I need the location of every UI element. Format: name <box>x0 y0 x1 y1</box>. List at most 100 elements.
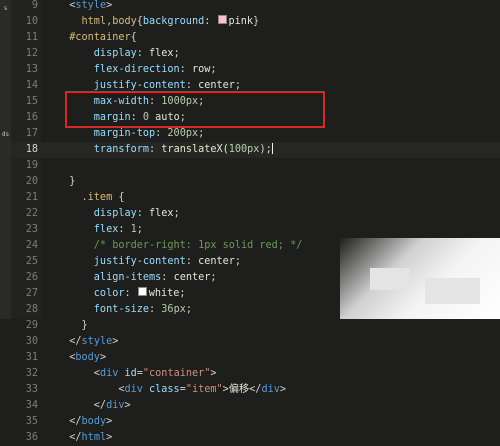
code-line[interactable]: 12 display: flex; <box>11 46 500 62</box>
code-token: body <box>75 352 100 363</box>
code-line[interactable]: 9 <style> <box>11 0 500 14</box>
code-line[interactable]: 23 flex: 1; <box>11 222 500 238</box>
code-token: { <box>118 192 125 203</box>
code-token: justify-content <box>57 80 186 91</box>
text-cursor <box>271 143 273 154</box>
line-number: 18 <box>25 144 38 155</box>
code-token: > <box>112 336 119 347</box>
code-text: html,body{background: pink} <box>57 14 259 30</box>
line-number: 11 <box>25 32 38 43</box>
code-token: < <box>57 384 125 395</box>
code-text: #container{ <box>57 30 136 46</box>
code-line[interactable]: 11 #container{ <box>11 30 500 46</box>
code-token: ; <box>210 64 217 75</box>
line-number: 31 <box>25 352 38 363</box>
code-line[interactable]: 20 } <box>11 174 500 190</box>
code-token: : <box>179 64 192 75</box>
line-number: 23 <box>25 224 38 235</box>
code-text: justify-content: center; <box>57 254 241 270</box>
code-line[interactable]: 19 <box>11 158 500 174</box>
code-token: flex-direction <box>57 64 180 75</box>
code-token: style <box>81 336 113 347</box>
code-token: : <box>118 224 131 235</box>
code-line[interactable]: 36 </html> <box>11 430 500 446</box>
code-token: margin-top <box>57 128 156 139</box>
line-number: 32 <box>25 368 38 379</box>
code-text: } <box>57 318 88 334</box>
code-text: </style> <box>57 334 118 350</box>
annotation-highlight-box <box>65 91 325 128</box>
code-token: 偏移 <box>228 384 250 395</box>
code-line[interactable]: 33 <div class="item">偏移</div> <box>11 382 500 398</box>
code-token: : <box>124 288 137 299</box>
code-text: flex-direction: row; <box>57 62 217 78</box>
code-text: </div> <box>57 398 131 414</box>
color-swatch-icon[interactable] <box>217 15 227 24</box>
code-line[interactable]: 35 </body> <box>11 414 500 430</box>
code-token: pink <box>228 16 254 27</box>
code-token: font-size <box>57 304 150 315</box>
code-token: ; <box>198 128 205 139</box>
code-token: ; <box>234 80 242 91</box>
line-number: 26 <box>25 272 38 283</box>
code-token: display <box>57 48 137 59</box>
code-token: 200px <box>167 128 199 139</box>
code-token: .item <box>57 192 119 203</box>
code-line[interactable]: 30 </style> <box>11 334 500 350</box>
code-token: </ <box>249 384 262 395</box>
code-token: "item" <box>185 384 223 395</box>
code-line[interactable]: 10 html,body{background: pink} <box>11 14 500 30</box>
code-token: : <box>149 304 162 315</box>
code-text: font-size: 36px; <box>57 302 192 318</box>
code-token: > <box>124 400 131 411</box>
code-token: row <box>191 64 211 75</box>
code-token: : <box>204 16 217 27</box>
watermark-shape <box>370 268 410 290</box>
code-token: ; <box>173 48 180 59</box>
code-token: > <box>106 416 113 427</box>
code-token: div <box>261 384 280 395</box>
code-token: class <box>149 384 180 395</box>
line-number: 10 <box>25 16 38 27</box>
code-token: translateX( <box>161 144 229 155</box>
code-line[interactable]: 32 <div id="container"> <box>11 366 500 382</box>
code-line[interactable]: 34 </div> <box>11 398 500 414</box>
color-swatch-icon[interactable] <box>137 287 147 296</box>
code-text: display: flex; <box>57 46 180 62</box>
code-token: html,body <box>57 16 137 27</box>
line-number: 30 <box>25 336 38 347</box>
code-token: id <box>124 368 137 379</box>
line-number: 21 <box>25 192 38 203</box>
line-number: 17 <box>25 128 38 139</box>
code-line[interactable]: 31 <body> <box>11 350 500 366</box>
code-token: < <box>57 352 76 363</box>
code-line[interactable]: 17 margin-top: 200px; <box>11 126 500 142</box>
code-line[interactable]: 22 display: flex; <box>11 206 500 222</box>
code-token: transform <box>57 144 150 155</box>
code-token: : <box>155 128 168 139</box>
code-text: </body> <box>57 414 112 430</box>
line-number: 19 <box>25 160 38 171</box>
code-token: div <box>124 384 150 395</box>
code-token: white <box>148 288 180 299</box>
activity-item[interactable]: s <box>0 4 11 14</box>
code-token: ; <box>185 304 192 315</box>
code-token: </ <box>57 400 107 411</box>
line-number: 9 <box>31 0 38 11</box>
code-token: : <box>161 272 174 283</box>
code-line[interactable]: 29 } <box>11 318 500 334</box>
line-number: 25 <box>25 256 38 267</box>
code-line[interactable]: 21 .item { <box>11 190 500 206</box>
code-token: body <box>81 416 107 427</box>
code-token: > <box>210 368 217 379</box>
code-text: } <box>57 174 75 190</box>
code-token: div <box>106 400 125 411</box>
code-token: flex <box>149 48 174 59</box>
activity-item[interactable]: ds <box>0 130 11 140</box>
code-line[interactable]: 18 transform: translateX(100px); <box>11 142 500 158</box>
code-line[interactable]: 13 flex-direction: row; <box>11 62 500 78</box>
code-token: > <box>106 432 113 443</box>
code-token: } <box>57 320 88 331</box>
code-token: </ <box>57 416 82 427</box>
code-token: display <box>57 208 137 219</box>
